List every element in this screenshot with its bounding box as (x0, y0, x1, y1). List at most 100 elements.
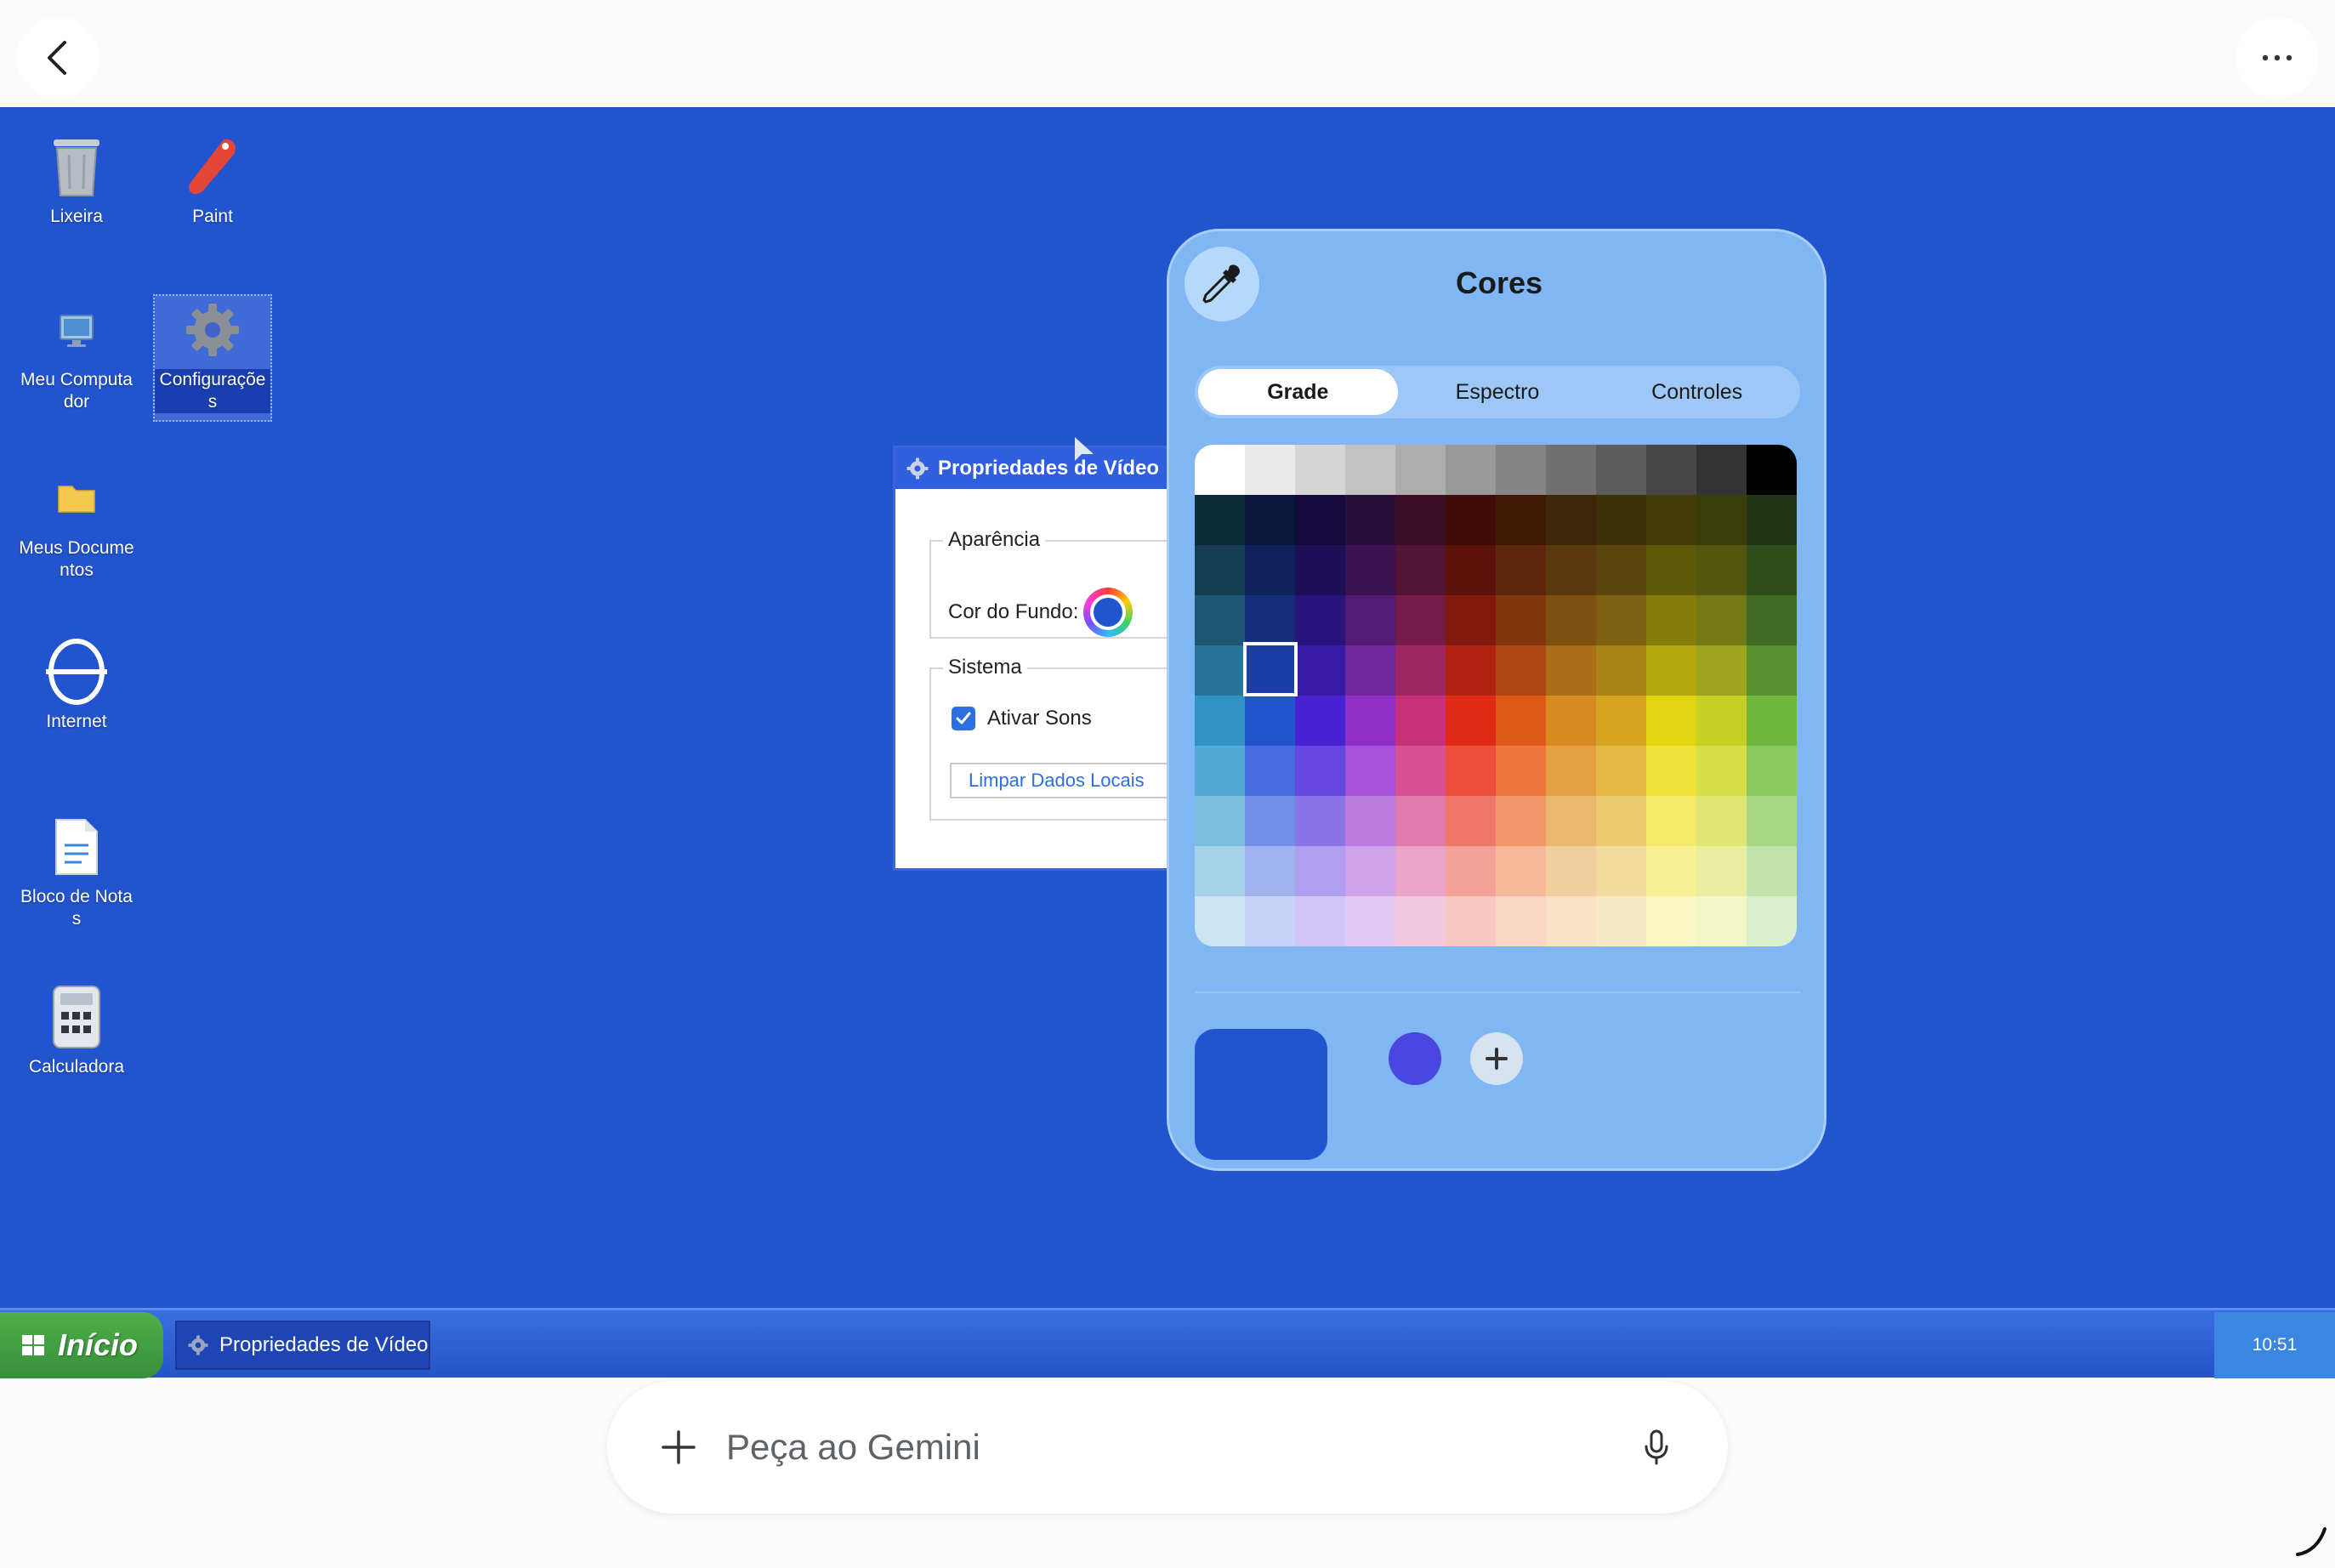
color-swatch[interactable] (1646, 445, 1696, 495)
desktop-icon-my-computer[interactable]: Meu Computador (17, 296, 136, 413)
color-swatch[interactable] (1295, 545, 1345, 595)
tab-grade[interactable]: Grade (1198, 369, 1398, 415)
color-swatch[interactable] (1345, 495, 1395, 545)
color-swatch[interactable] (1446, 645, 1496, 696)
desktop-icon-settings[interactable]: Configurações (153, 294, 272, 422)
color-swatch[interactable] (1195, 595, 1245, 645)
color-swatch[interactable] (1295, 595, 1345, 645)
color-swatch[interactable] (1446, 445, 1496, 495)
color-swatch[interactable] (1496, 896, 1546, 946)
color-swatch[interactable] (1646, 545, 1696, 595)
color-swatch[interactable] (1345, 545, 1395, 595)
color-swatch[interactable] (1245, 796, 1295, 846)
color-swatch[interactable] (1345, 896, 1395, 946)
color-swatch[interactable] (1195, 896, 1245, 946)
color-swatch[interactable] (1195, 746, 1245, 796)
color-swatch[interactable] (1696, 696, 1747, 746)
color-swatch[interactable] (1345, 746, 1395, 796)
desktop-icon-trash[interactable]: Lixeira (17, 133, 136, 228)
color-swatch[interactable] (1395, 445, 1446, 495)
color-swatch[interactable] (1345, 846, 1395, 896)
color-swatch[interactable] (1646, 645, 1696, 696)
color-swatch[interactable] (1245, 696, 1295, 746)
color-swatch[interactable] (1496, 796, 1546, 846)
color-swatch[interactable] (1546, 595, 1596, 645)
color-swatch[interactable] (1646, 796, 1696, 846)
color-swatch[interactable] (1395, 746, 1446, 796)
color-swatch[interactable] (1646, 846, 1696, 896)
desktop-icon-notepad[interactable]: Bloco de Notas (17, 813, 136, 930)
color-swatch[interactable] (1195, 696, 1245, 746)
color-swatch[interactable] (1395, 545, 1446, 595)
desktop[interactable]: Lixeira Paint Meu Computador Configuraçõ… (0, 107, 2335, 1310)
microphone-button[interactable] (1631, 1422, 1682, 1473)
color-swatch[interactable] (1596, 545, 1646, 595)
color-swatch[interactable] (1596, 445, 1646, 495)
color-swatch[interactable] (1245, 645, 1295, 696)
color-swatch[interactable] (1646, 495, 1696, 545)
color-swatch[interactable] (1747, 595, 1797, 645)
color-swatch[interactable] (1747, 696, 1797, 746)
color-swatch[interactable] (1295, 796, 1345, 846)
color-swatch[interactable] (1446, 545, 1496, 595)
color-swatch[interactable] (1245, 545, 1295, 595)
color-swatch[interactable] (1195, 796, 1245, 846)
color-swatch[interactable] (1596, 645, 1646, 696)
color-swatch[interactable] (1696, 746, 1747, 796)
color-swatch[interactable] (1546, 746, 1596, 796)
color-swatch[interactable] (1395, 896, 1446, 946)
desktop-icon-my-documents[interactable]: Meus Documentos (17, 464, 136, 582)
color-swatch[interactable] (1747, 645, 1797, 696)
clear-local-data-button[interactable]: Limpar Dados Locais (950, 763, 1171, 798)
color-swatch[interactable] (1496, 696, 1546, 746)
desktop-icon-calculator[interactable]: Calculadora (17, 983, 136, 1078)
color-swatch[interactable] (1747, 495, 1797, 545)
color-swatch[interactable] (1245, 445, 1295, 495)
color-swatch[interactable] (1295, 696, 1345, 746)
color-swatch[interactable] (1345, 645, 1395, 696)
video-properties-window[interactable]: Propriedades de Vídeo Aparência Cor do F… (893, 446, 1173, 871)
color-swatch[interactable] (1345, 696, 1395, 746)
color-swatch[interactable] (1696, 796, 1747, 846)
color-swatch[interactable] (1596, 746, 1646, 796)
color-swatch[interactable] (1295, 445, 1345, 495)
color-swatch[interactable] (1646, 746, 1696, 796)
color-swatch[interactable] (1496, 495, 1546, 545)
color-swatch[interactable] (1747, 846, 1797, 896)
sounds-checkbox[interactable] (952, 707, 975, 730)
color-swatch[interactable] (1546, 545, 1596, 595)
color-swatch[interactable] (1245, 495, 1295, 545)
color-swatch[interactable] (1646, 896, 1696, 946)
color-swatch[interactable] (1596, 896, 1646, 946)
color-swatch[interactable] (1496, 746, 1546, 796)
color-swatch[interactable] (1696, 445, 1747, 495)
color-swatch[interactable] (1747, 545, 1797, 595)
color-swatch[interactable] (1195, 445, 1245, 495)
color-swatch[interactable] (1596, 846, 1646, 896)
color-swatch[interactable] (1546, 696, 1596, 746)
color-swatch[interactable] (1395, 595, 1446, 645)
color-swatch[interactable] (1596, 796, 1646, 846)
color-swatch[interactable] (1195, 846, 1245, 896)
color-swatch[interactable] (1747, 445, 1797, 495)
color-swatch[interactable] (1295, 495, 1345, 545)
saved-color-swatch[interactable] (1389, 1032, 1441, 1085)
color-swatch[interactable] (1546, 495, 1596, 545)
color-swatch[interactable] (1446, 796, 1496, 846)
gemini-prompt-input[interactable] (726, 1413, 1560, 1481)
color-swatch[interactable] (1496, 595, 1546, 645)
color-swatch[interactable] (1596, 495, 1646, 545)
color-swatch[interactable] (1345, 445, 1395, 495)
more-options-button[interactable] (2236, 17, 2318, 99)
back-button[interactable] (17, 17, 99, 99)
color-swatch[interactable] (1696, 896, 1747, 946)
color-swatch[interactable] (1747, 896, 1797, 946)
color-swatch[interactable] (1295, 746, 1345, 796)
color-swatch[interactable] (1496, 545, 1546, 595)
color-swatch[interactable] (1747, 796, 1797, 846)
color-swatch[interactable] (1696, 545, 1747, 595)
color-swatch[interactable] (1646, 595, 1696, 645)
color-swatch[interactable] (1395, 796, 1446, 846)
add-attachment-button[interactable] (653, 1422, 704, 1473)
color-swatch[interactable] (1345, 595, 1395, 645)
